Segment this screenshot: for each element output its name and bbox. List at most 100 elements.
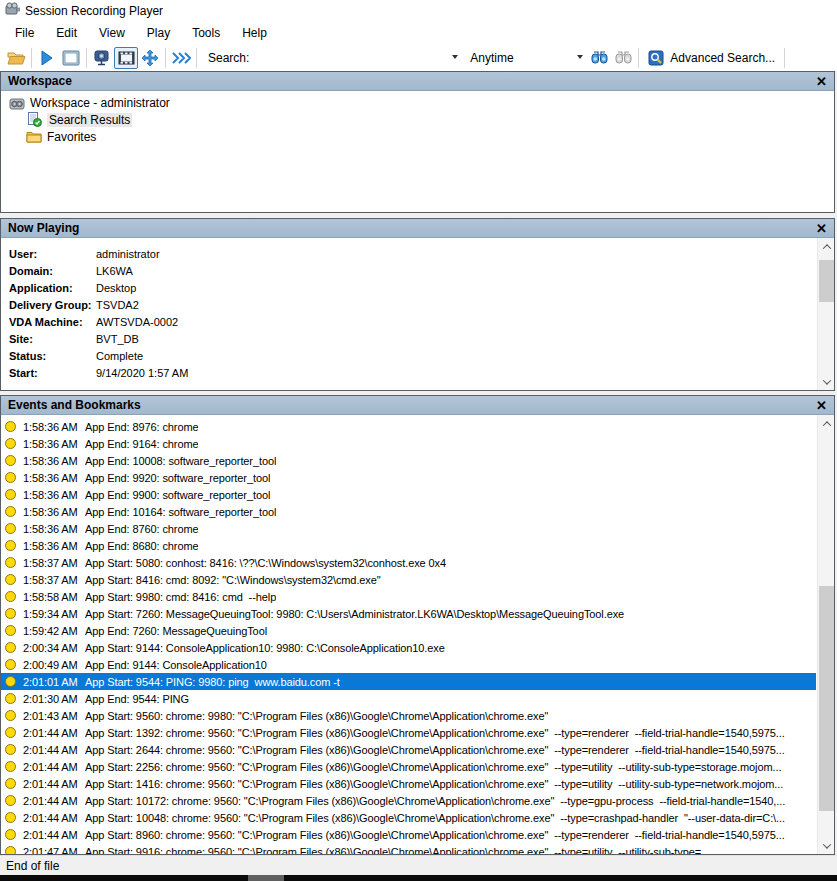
event-text: App End: 9920: software_reporter_tool	[85, 472, 270, 484]
scrollbar-thumb[interactable]	[819, 260, 834, 302]
tree-item-label: Workspace - administrator	[30, 96, 170, 110]
event-bookmark-icon	[5, 438, 16, 449]
more-chevrons-button[interactable]	[169, 47, 193, 69]
event-row[interactable]: 1:58:36 AMApp End: 9920: software_report…	[1, 469, 816, 486]
event-row[interactable]: 1:58:36 AMApp End: 9900: software_report…	[1, 486, 816, 503]
event-text: App Start: 7260: MessageQueuingTool: 998…	[85, 608, 624, 620]
find-previous-button[interactable]	[611, 47, 635, 69]
event-time: 2:01:44 AM	[23, 829, 85, 841]
event-row[interactable]: 1:59:34 AMApp Start: 7260: MessageQueuin…	[1, 605, 816, 622]
find-next-button[interactable]	[587, 47, 611, 69]
event-row[interactable]: 2:00:34 AMApp Start: 9144: ConsoleApplic…	[1, 639, 816, 656]
now-playing-field: Delivery Group:TSVDA2	[9, 296, 834, 313]
event-row[interactable]: 1:58:36 AMApp End: 8680: chrome	[1, 537, 816, 554]
status-bar: End of file	[0, 855, 837, 875]
taskbar-segment	[248, 875, 284, 881]
event-row[interactable]: 1:58:36 AMApp End: 8760: chrome	[1, 520, 816, 537]
player-window-button[interactable]	[59, 47, 83, 69]
toolbar-separator	[638, 48, 639, 68]
event-row[interactable]: 1:59:42 AMApp End: 7260: MessageQueuingT…	[1, 622, 816, 639]
event-row[interactable]: 1:58:36 AMApp End: 9164: chrome	[1, 435, 816, 452]
scrollbar-thumb[interactable]	[819, 586, 834, 811]
event-time: 2:01:47 AM	[23, 846, 85, 855]
play-button[interactable]	[35, 47, 59, 69]
menu-tools[interactable]: Tools	[181, 23, 231, 43]
event-row[interactable]: 1:58:37 AMApp Start: 8416: cmd: 8092: "C…	[1, 571, 816, 588]
event-time: 1:58:36 AM	[23, 523, 85, 535]
scroll-up-icon[interactable]	[818, 238, 835, 255]
close-icon[interactable]: ✕	[816, 75, 827, 88]
workspace-panel: Workspace ✕ Workspace - administratorSea…	[0, 71, 835, 213]
event-bookmark-icon	[5, 829, 16, 840]
snapshot-button[interactable]	[90, 47, 114, 69]
event-row[interactable]: 2:01:47 AMApp Start: 9916: chrome: 9560:…	[1, 843, 816, 854]
menu-edit[interactable]: Edit	[45, 23, 88, 43]
event-text: App Start: 1416: chrome: 9560: "C:\Progr…	[85, 778, 783, 790]
event-row[interactable]: 1:58:36 AMApp End: 8976: chrome	[1, 418, 816, 435]
event-bookmark-icon	[5, 727, 16, 738]
event-row[interactable]: 2:00:49 AMApp End: 9144: ConsoleApplicat…	[1, 656, 816, 673]
event-time: 2:01:30 AM	[23, 693, 85, 705]
event-row[interactable]: 2:01:44 AMApp Start: 10172: chrome: 9560…	[1, 792, 816, 809]
menu-view[interactable]: View	[88, 23, 136, 43]
event-row[interactable]: 1:58:36 AMApp End: 10164: software_repor…	[1, 503, 816, 520]
scroll-up-icon[interactable]	[818, 415, 834, 432]
events-panel: Events and Bookmarks ✕ 1:58:36 AMApp End…	[0, 395, 835, 855]
now-playing-scrollbar[interactable]	[817, 238, 834, 390]
field-label: VDA Machine:	[9, 316, 96, 328]
pan-button[interactable]	[138, 47, 162, 69]
event-row[interactable]: 2:01:44 AMApp Start: 2644: chrome: 9560:…	[1, 741, 816, 758]
app-icon	[5, 2, 20, 20]
event-row[interactable]: 2:01:44 AMApp Start: 8960: chrome: 9560:…	[1, 826, 816, 843]
event-text: App Start: 2256: chrome: 9560: "C:\Progr…	[85, 761, 781, 773]
event-time: 1:58:36 AM	[23, 506, 85, 518]
event-row[interactable]: 2:01:44 AMApp Start: 1416: chrome: 9560:…	[1, 775, 816, 792]
menu-help[interactable]: Help	[231, 23, 278, 43]
search-results-icon	[26, 113, 42, 127]
events-panel-title: Events and Bookmarks	[8, 398, 141, 412]
scroll-down-icon[interactable]	[818, 373, 835, 390]
event-bookmark-icon	[5, 812, 16, 823]
event-time: 2:01:44 AM	[23, 761, 85, 773]
field-label: Delivery Group:	[9, 299, 96, 311]
search-input[interactable]	[255, 48, 462, 68]
event-text: App Start: 8960: chrome: 9560: "C:\Progr…	[85, 829, 785, 841]
event-row[interactable]: 1:58:58 AMApp Start: 9980: cmd: 8416: cm…	[1, 588, 816, 605]
time-filter-value: Anytime	[470, 51, 513, 65]
menu-file[interactable]: File	[4, 23, 45, 43]
events-scrollbar[interactable]	[817, 415, 834, 854]
event-text: App Start: 5080: conhost: 8416: \??\C:\W…	[85, 557, 446, 569]
tree-item-workspace-administrator[interactable]: Workspace - administrator	[1, 94, 834, 111]
advanced-search-button[interactable]: Advanced Search...	[642, 48, 781, 68]
now-playing-field: Site:BVT_DB	[9, 330, 834, 347]
event-row[interactable]: 1:58:36 AMApp End: 10008: software_repor…	[1, 452, 816, 469]
time-filter-dropdown[interactable]: Anytime	[462, 48, 587, 68]
event-row[interactable]: 2:01:44 AMApp Start: 1392: chrome: 9560:…	[1, 724, 816, 741]
event-row[interactable]: 2:01:44 AMApp Start: 10048: chrome: 9560…	[1, 809, 816, 826]
event-bookmark-icon	[5, 455, 16, 466]
event-text: App Start: 9144: ConsoleApplication10: 9…	[85, 642, 445, 654]
event-row[interactable]: 2:01:30 AMApp End: 9544: PING	[1, 690, 816, 707]
close-icon[interactable]: ✕	[816, 399, 827, 412]
tree-item-favorites[interactable]: Favorites	[1, 128, 834, 145]
workspace-panel-header: Workspace ✕	[1, 72, 834, 91]
menu-play[interactable]: Play	[136, 23, 181, 43]
event-bookmark-icon	[5, 489, 16, 500]
event-bookmark-icon	[5, 472, 16, 483]
workspace-panel-title: Workspace	[8, 74, 72, 88]
event-bookmark-icon	[5, 608, 16, 619]
field-value: administrator	[96, 248, 160, 260]
event-row[interactable]: 2:01:01 AMApp Start: 9544: PING: 9980: p…	[1, 673, 816, 690]
event-time: 1:58:36 AM	[23, 438, 85, 450]
close-icon[interactable]: ✕	[816, 222, 827, 235]
open-button[interactable]	[4, 47, 28, 69]
event-row[interactable]: 1:58:37 AMApp Start: 5080: conhost: 8416…	[1, 554, 816, 571]
event-row[interactable]: 2:01:43 AMApp Start: 9560: chrome: 9980:…	[1, 707, 816, 724]
film-strip-button[interactable]	[114, 47, 138, 69]
event-text: App End: 7260: MessageQueuingTool	[85, 625, 267, 637]
title-bar: Session Recording Player	[0, 0, 837, 21]
event-text: App End: 8760: chrome	[85, 523, 198, 535]
tree-item-search-results[interactable]: Search Results	[1, 111, 834, 128]
scroll-down-icon[interactable]	[818, 837, 834, 854]
event-row[interactable]: 2:01:44 AMApp Start: 2256: chrome: 9560:…	[1, 758, 816, 775]
